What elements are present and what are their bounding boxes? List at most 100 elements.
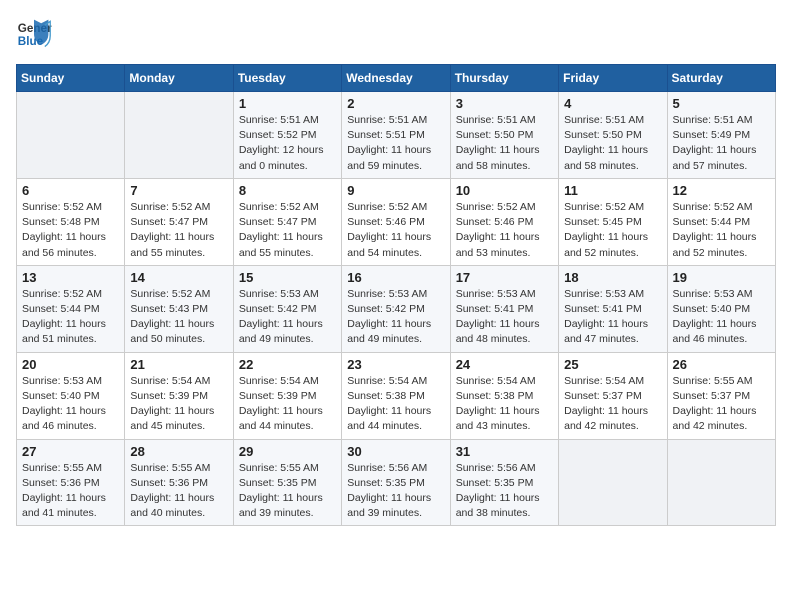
day-number: 11 <box>564 183 661 198</box>
calendar-cell: 4 Sunrise: 5:51 AMSunset: 5:50 PMDaylight… <box>559 92 667 179</box>
page-header: General Blue <box>16 16 776 52</box>
calendar-cell: 5Sunrise: 5:51 AMSunset: 5:49 PMDaylight… <box>667 92 775 179</box>
day-detail: Sunrise: 5:52 AMSunset: 5:47 PMDaylight:… <box>239 200 336 261</box>
day-number: 6 <box>22 183 119 198</box>
calendar-cell <box>17 92 125 179</box>
day-detail: Sunrise: 5:52 AMSunset: 5:46 PMDaylight:… <box>456 200 553 261</box>
calendar-cell: 1 Sunrise: 5:51 AMSunset: 5:52 PMDaylight… <box>233 92 341 179</box>
calendar-cell: 30Sunrise: 5:56 AMSunset: 5:35 PMDayligh… <box>342 439 450 526</box>
day-number: 18 <box>564 270 661 285</box>
calendar-cell: 12Sunrise: 5:52 AMSunset: 5:44 PMDayligh… <box>667 178 775 265</box>
week-row-5: 27 Sunrise: 5:55 AMSunset: 5:36 PMDayligh… <box>17 439 776 526</box>
calendar-cell: 11 Sunrise: 5:52 AMSunset: 5:45 PMDayligh… <box>559 178 667 265</box>
calendar-cell: 8 Sunrise: 5:52 AMSunset: 5:47 PMDaylight… <box>233 178 341 265</box>
col-header-friday: Friday <box>559 65 667 92</box>
day-detail: Sunrise: 5:55 AMSunset: 5:35 PMDaylight:… <box>239 461 336 522</box>
calendar-cell: 6 Sunrise: 5:52 AMSunset: 5:48 PMDaylight… <box>17 178 125 265</box>
day-detail: Sunrise: 5:53 AMSunset: 5:42 PMDaylight:… <box>239 287 336 348</box>
calendar-cell: 14 Sunrise: 5:52 AMSunset: 5:43 PMDayligh… <box>125 265 233 352</box>
calendar-cell: 7 Sunrise: 5:52 AMSunset: 5:47 PMDaylight… <box>125 178 233 265</box>
day-detail: Sunrise: 5:51 AMSunset: 5:50 PMDaylight:… <box>564 113 661 174</box>
col-header-monday: Monday <box>125 65 233 92</box>
calendar-cell: 23Sunrise: 5:54 AMSunset: 5:38 PMDayligh… <box>342 352 450 439</box>
calendar-cell: 10 Sunrise: 5:52 AMSunset: 5:46 PMDayligh… <box>450 178 558 265</box>
day-number: 9 <box>347 183 444 198</box>
day-number: 31 <box>456 444 553 459</box>
day-detail: Sunrise: 5:54 AMSunset: 5:38 PMDaylight:… <box>456 374 553 435</box>
day-number: 21 <box>130 357 227 372</box>
day-detail: Sunrise: 5:54 AMSunset: 5:39 PMDaylight:… <box>239 374 336 435</box>
day-number: 30 <box>347 444 444 459</box>
header-row: SundayMondayTuesdayWednesdayThursdayFrid… <box>17 65 776 92</box>
calendar-cell: 25 Sunrise: 5:54 AMSunset: 5:37 PMDayligh… <box>559 352 667 439</box>
day-number: 10 <box>456 183 553 198</box>
calendar-cell: 13 Sunrise: 5:52 AMSunset: 5:44 PMDayligh… <box>17 265 125 352</box>
day-number: 1 <box>239 96 336 111</box>
calendar-cell <box>667 439 775 526</box>
calendar-cell: 27 Sunrise: 5:55 AMSunset: 5:36 PMDayligh… <box>17 439 125 526</box>
week-row-3: 13 Sunrise: 5:52 AMSunset: 5:44 PMDayligh… <box>17 265 776 352</box>
calendar-cell: 22 Sunrise: 5:54 AMSunset: 5:39 PMDayligh… <box>233 352 341 439</box>
day-number: 7 <box>130 183 227 198</box>
day-detail: Sunrise: 5:54 AMSunset: 5:37 PMDaylight:… <box>564 374 661 435</box>
day-number: 8 <box>239 183 336 198</box>
day-detail: Sunrise: 5:55 AMSunset: 5:37 PMDaylight:… <box>673 374 770 435</box>
day-number: 20 <box>22 357 119 372</box>
week-row-2: 6 Sunrise: 5:52 AMSunset: 5:48 PMDaylight… <box>17 178 776 265</box>
calendar-cell: 17 Sunrise: 5:53 AMSunset: 5:41 PMDayligh… <box>450 265 558 352</box>
day-detail: Sunrise: 5:52 AMSunset: 5:46 PMDaylight:… <box>347 200 444 261</box>
day-detail: Sunrise: 5:52 AMSunset: 5:44 PMDaylight:… <box>22 287 119 348</box>
calendar-cell: 3 Sunrise: 5:51 AMSunset: 5:50 PMDaylight… <box>450 92 558 179</box>
day-number: 28 <box>130 444 227 459</box>
day-number: 19 <box>673 270 770 285</box>
calendar-cell: 19 Sunrise: 5:53 AMSunset: 5:40 PMDayligh… <box>667 265 775 352</box>
day-detail: Sunrise: 5:55 AMSunset: 5:36 PMDaylight:… <box>22 461 119 522</box>
calendar-cell: 9 Sunrise: 5:52 AMSunset: 5:46 PMDaylight… <box>342 178 450 265</box>
day-detail: Sunrise: 5:52 AMSunset: 5:43 PMDaylight:… <box>130 287 227 348</box>
day-number: 17 <box>456 270 553 285</box>
day-detail: Sunrise: 5:53 AMSunset: 5:42 PMDaylight:… <box>347 287 444 348</box>
day-detail: Sunrise: 5:54 AMSunset: 5:38 PMDaylight:… <box>347 374 444 435</box>
calendar-cell: 29 Sunrise: 5:55 AMSunset: 5:35 PMDayligh… <box>233 439 341 526</box>
day-detail: Sunrise: 5:52 AMSunset: 5:48 PMDaylight:… <box>22 200 119 261</box>
day-detail: Sunrise: 5:54 AMSunset: 5:39 PMDaylight:… <box>130 374 227 435</box>
day-number: 22 <box>239 357 336 372</box>
day-detail: Sunrise: 5:55 AMSunset: 5:36 PMDaylight:… <box>130 461 227 522</box>
day-detail: Sunrise: 5:51 AMSunset: 5:49 PMDaylight:… <box>673 113 770 174</box>
day-number: 14 <box>130 270 227 285</box>
day-detail: Sunrise: 5:52 AMSunset: 5:45 PMDaylight:… <box>564 200 661 261</box>
calendar-cell: 26 Sunrise: 5:55 AMSunset: 5:37 PMDayligh… <box>667 352 775 439</box>
day-number: 27 <box>22 444 119 459</box>
day-number: 26 <box>673 357 770 372</box>
day-detail: Sunrise: 5:53 AMSunset: 5:41 PMDaylight:… <box>456 287 553 348</box>
day-number: 29 <box>239 444 336 459</box>
day-detail: Sunrise: 5:53 AMSunset: 5:40 PMDaylight:… <box>673 287 770 348</box>
day-detail: Sunrise: 5:56 AMSunset: 5:35 PMDaylight:… <box>456 461 553 522</box>
calendar-cell: 15 Sunrise: 5:53 AMSunset: 5:42 PMDayligh… <box>233 265 341 352</box>
col-header-saturday: Saturday <box>667 65 775 92</box>
calendar-cell: 21 Sunrise: 5:54 AMSunset: 5:39 PMDayligh… <box>125 352 233 439</box>
day-number: 2 <box>347 96 444 111</box>
calendar-cell: 20 Sunrise: 5:53 AMSunset: 5:40 PMDayligh… <box>17 352 125 439</box>
calendar-cell: 31 Sunrise: 5:56 AMSunset: 5:35 PMDayligh… <box>450 439 558 526</box>
col-header-tuesday: Tuesday <box>233 65 341 92</box>
calendar-table: SundayMondayTuesdayWednesdayThursdayFrid… <box>16 64 776 526</box>
col-header-sunday: Sunday <box>17 65 125 92</box>
day-number: 13 <box>22 270 119 285</box>
col-header-thursday: Thursday <box>450 65 558 92</box>
day-number: 3 <box>456 96 553 111</box>
day-detail: Sunrise: 5:51 AMSunset: 5:50 PMDaylight:… <box>456 113 553 174</box>
calendar-cell: 24Sunrise: 5:54 AMSunset: 5:38 PMDayligh… <box>450 352 558 439</box>
day-detail: Sunrise: 5:52 AMSunset: 5:47 PMDaylight:… <box>130 200 227 261</box>
logo: General Blue <box>16 16 58 52</box>
calendar-cell <box>125 92 233 179</box>
day-number: 4 <box>564 96 661 111</box>
calendar-cell <box>559 439 667 526</box>
day-number: 16 <box>347 270 444 285</box>
day-number: 25 <box>564 357 661 372</box>
calendar-cell: 28 Sunrise: 5:55 AMSunset: 5:36 PMDayligh… <box>125 439 233 526</box>
day-number: 15 <box>239 270 336 285</box>
day-detail: Sunrise: 5:53 AMSunset: 5:40 PMDaylight:… <box>22 374 119 435</box>
day-detail: Sunrise: 5:51 AMSunset: 5:51 PMDaylight:… <box>347 113 444 174</box>
day-detail: Sunrise: 5:51 AMSunset: 5:52 PMDaylight:… <box>239 113 336 174</box>
